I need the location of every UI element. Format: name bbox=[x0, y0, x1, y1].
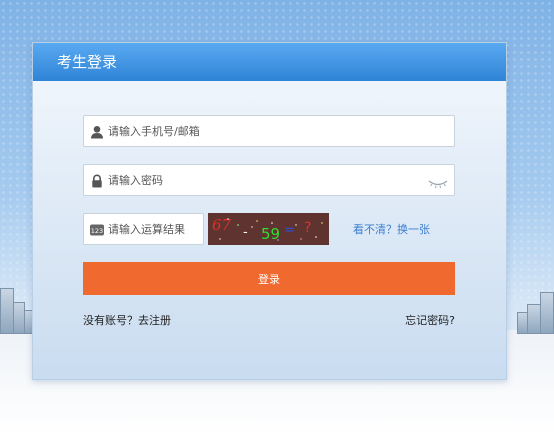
svg-text:=: = bbox=[284, 223, 295, 238]
refresh-captcha-link[interactable]: 看不清？换一张 bbox=[353, 221, 430, 237]
svg-text:59: 59 bbox=[261, 225, 280, 243]
captcha-field[interactable]: 123 bbox=[83, 213, 204, 245]
panel-title: 考生登录 bbox=[33, 43, 506, 81]
login-panel: 考生登录 123 bbox=[32, 42, 507, 380]
password-field[interactable] bbox=[83, 164, 455, 196]
svg-text:123: 123 bbox=[91, 227, 103, 235]
eye-closed-icon[interactable] bbox=[428, 174, 448, 189]
svg-text:-: - bbox=[243, 225, 248, 240]
account-input[interactable] bbox=[108, 116, 448, 146]
numeric-123-icon: 123 bbox=[90, 222, 104, 236]
login-button[interactable]: 登录 bbox=[83, 262, 455, 295]
lock-icon bbox=[90, 173, 104, 188]
city-skyline-right bbox=[514, 274, 554, 334]
register-link[interactable]: 没有账号？去注册 bbox=[83, 312, 171, 328]
svg-text:?: ? bbox=[304, 220, 311, 236]
user-icon bbox=[90, 124, 104, 139]
forgot-password-link[interactable]: 忘记密码? bbox=[405, 312, 455, 328]
captcha-image[interactable]: 67 - 59 = ? bbox=[208, 213, 329, 245]
captcha-input[interactable] bbox=[108, 214, 202, 244]
account-field[interactable] bbox=[83, 115, 455, 147]
password-input[interactable] bbox=[108, 165, 418, 195]
